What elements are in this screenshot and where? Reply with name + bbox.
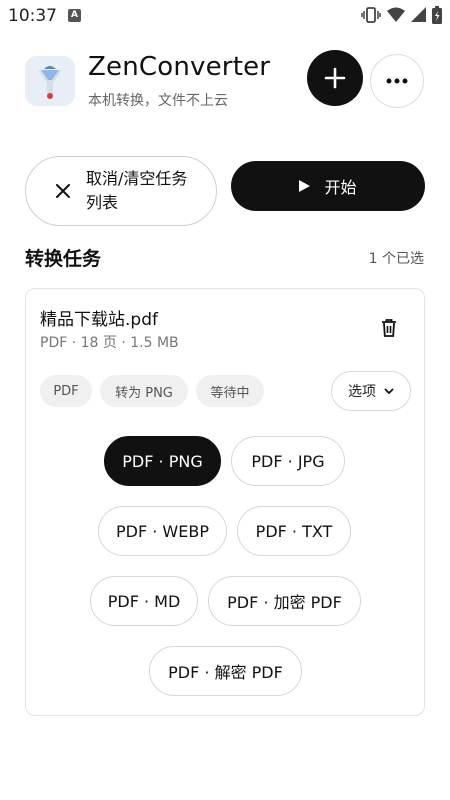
format-option-pdf-png[interactable]: PDF · PNG — [104, 436, 221, 486]
close-icon — [56, 184, 74, 198]
format-option-pdf-encrypt[interactable]: PDF · 加密 PDF — [208, 576, 361, 626]
app-tagline: 本机转换，文件不上云 — [88, 93, 228, 109]
options-label: 选项 — [348, 384, 376, 400]
trash-icon — [382, 319, 396, 337]
cellular-icon — [411, 7, 426, 22]
format-option-pdf-decrypt[interactable]: PDF · 解密 PDF — [149, 646, 302, 696]
more-horizontal-icon — [386, 78, 408, 84]
source-format-chip: PDF — [40, 375, 92, 407]
start-label: 开始 — [324, 178, 357, 197]
task-card[interactable]: 精品下载站.pdf PDF · 18 页 · 1.5 MB PDF 转为 PNG… — [25, 288, 425, 716]
section-title: 转换任务 — [25, 248, 102, 270]
status-icons — [361, 6, 442, 24]
app-name: ZenConverter — [88, 52, 271, 82]
status-chip: 等待中 — [196, 375, 264, 407]
status-time: 10:37 — [8, 6, 57, 26]
notification-icon: A — [68, 9, 81, 22]
file-meta: PDF · 18 页 · 1.5 MB — [40, 335, 179, 351]
more-button[interactable] — [370, 54, 424, 108]
format-option-pdf-webp[interactable]: PDF · WEBP — [98, 506, 227, 556]
format-option-pdf-md[interactable]: PDF · MD — [90, 576, 198, 626]
start-button[interactable]: 开始 — [231, 161, 425, 211]
chevron-down-icon — [384, 388, 394, 394]
options-dropdown[interactable]: 选项 — [331, 371, 411, 411]
play-icon — [299, 180, 311, 192]
cancel-clear-button[interactable]: 取消/清空任务列表 — [25, 156, 217, 226]
app-logo — [25, 56, 75, 106]
format-option-pdf-txt[interactable]: PDF · TXT — [237, 506, 351, 556]
delete-button[interactable] — [376, 315, 402, 341]
plus-icon — [324, 67, 346, 89]
add-button[interactable] — [307, 50, 363, 106]
selected-count: 1 个已选 — [368, 251, 424, 267]
target-format-chip: 转为 PNG — [100, 375, 188, 407]
battery-icon — [432, 6, 442, 24]
status-bar: 10:37 A — [0, 0, 450, 30]
wifi-icon — [387, 7, 405, 22]
file-name: 精品下载站.pdf — [40, 310, 158, 330]
cancel-clear-label: 取消/清空任务列表 — [86, 169, 188, 212]
format-option-pdf-jpg[interactable]: PDF · JPG — [231, 436, 345, 486]
vibrate-icon — [361, 7, 381, 23]
